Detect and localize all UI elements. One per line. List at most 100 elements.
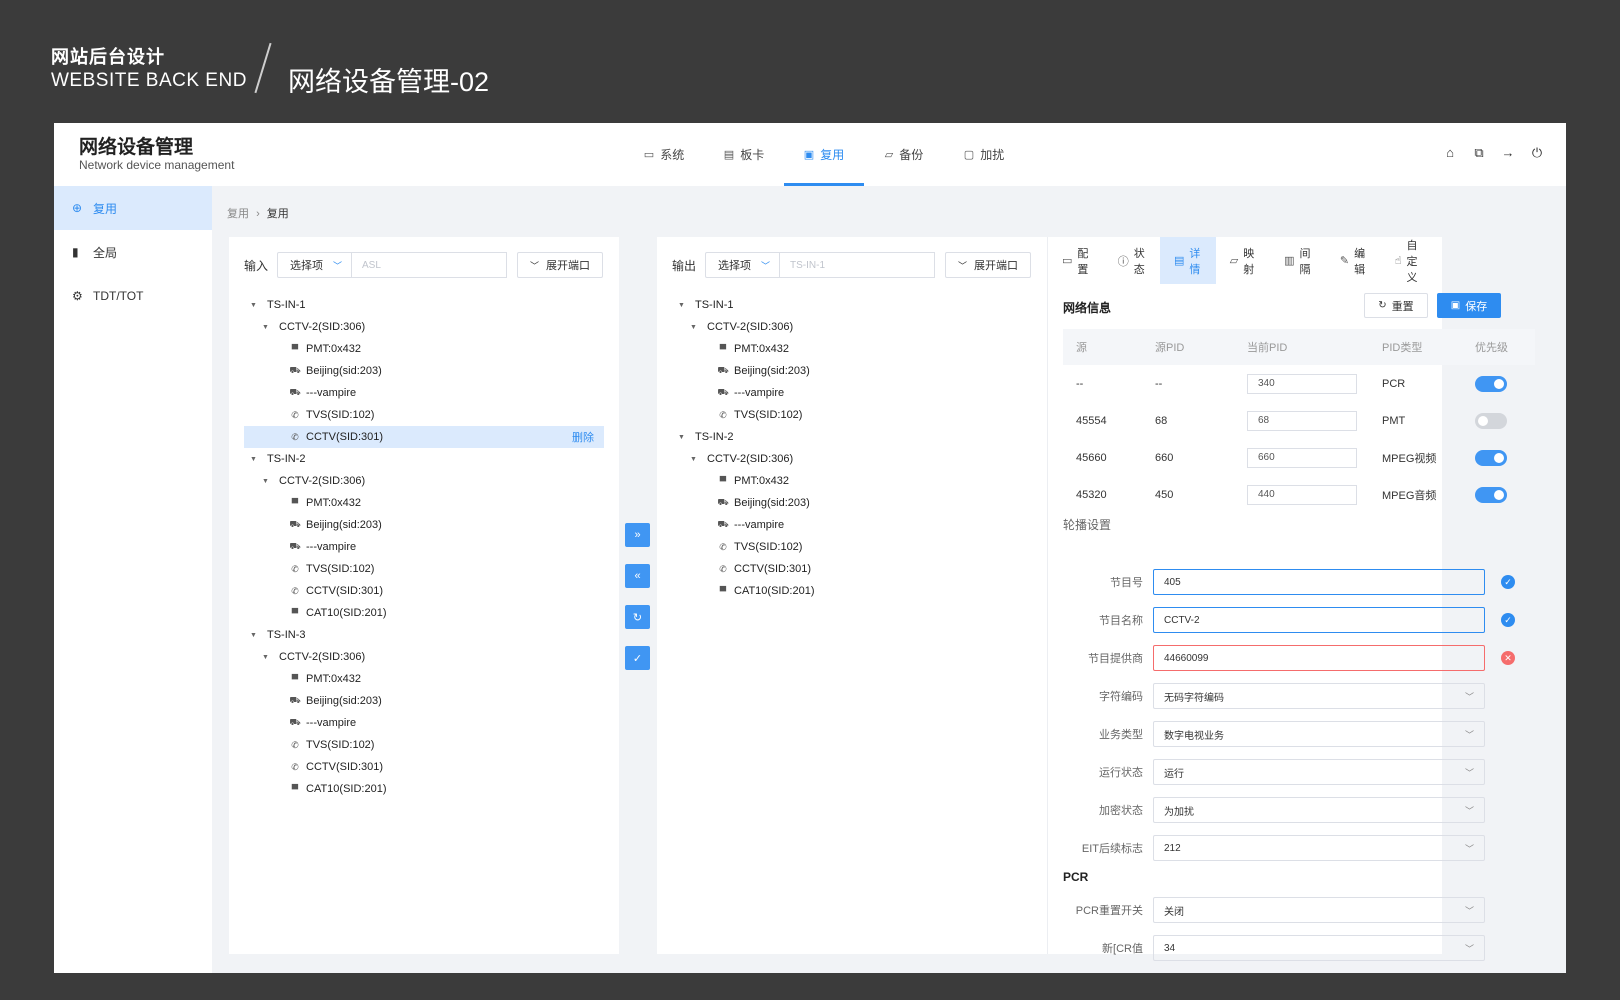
tree-node[interactable]: ▼ CCTV-2(SID:306) (672, 316, 1032, 338)
caret-down-icon[interactable]: ▼ (690, 456, 700, 463)
confirm-button[interactable]: ✓ (625, 646, 650, 670)
move-left-button[interactable]: « (625, 564, 650, 588)
caret-down-icon[interactable]: ▼ (250, 632, 260, 639)
priority-toggle[interactable] (1475, 486, 1507, 503)
priority-toggle[interactable] (1475, 449, 1507, 466)
tree-node[interactable]: ▀ CAT10(SID:201) (244, 602, 604, 624)
priority-toggle[interactable] (1475, 375, 1507, 392)
detail-tab-6[interactable]: ☝ 自定义 (1381, 237, 1442, 284)
detail-tab-4[interactable]: ▥ 间隔 (1270, 237, 1326, 284)
refresh-button[interactable]: ↻ (625, 605, 650, 629)
nav-item-2[interactable]: ▣ 复用 (784, 123, 864, 186)
tree-node[interactable]: ✆ TVS(SID:102) (244, 734, 604, 756)
tree-node[interactable]: ▼ CCTV-2(SID:306) (672, 448, 1032, 470)
input-select[interactable]: 选择项 ﹀ (277, 252, 353, 278)
tree-node[interactable]: ▀ PMT:0x432 (244, 338, 604, 360)
tree-node[interactable]: ▼ TS-IN-3 (244, 624, 604, 646)
caret-down-icon[interactable]: ▼ (678, 434, 688, 441)
tree-node[interactable]: ▀ PMT:0x432 (672, 338, 1032, 360)
tree-node[interactable]: ⛟ ---vampire (244, 536, 604, 558)
tree-node[interactable]: ⛟ Beijing(sid:203) (244, 690, 604, 712)
arrow-right-icon[interactable]: → (1501, 145, 1515, 161)
tree-node[interactable]: ▼ CCTV-2(SID:306) (244, 646, 604, 668)
field-select[interactable]: 运行 ﹀ (1153, 759, 1485, 785)
tree-node[interactable]: ⛟ ---vampire (672, 514, 1032, 536)
nav-item-1[interactable]: ▤ 板卡 (704, 123, 784, 186)
tree-node[interactable]: ▀ CAT10(SID:201) (672, 580, 1032, 602)
tree-node[interactable]: ▼ TS-IN-2 (672, 426, 1032, 448)
priority-toggle[interactable] (1475, 412, 1507, 429)
caret-down-icon[interactable]: ▼ (250, 302, 260, 309)
nav-item-4[interactable]: ▢ 加扰 (944, 123, 1024, 186)
tree-node[interactable]: ✆ TVS(SID:102) (244, 404, 604, 426)
tree-node[interactable]: ⛟ ---vampire (244, 712, 604, 734)
tree-node[interactable]: ▀ PMT:0x432 (244, 668, 604, 690)
field-input[interactable]: 44660099 (1153, 645, 1485, 671)
sidebar-item-2[interactable]: ⚙ TDT/TOT (54, 274, 212, 318)
move-right-button[interactable]: » (625, 523, 650, 547)
caret-down-icon[interactable]: ▼ (262, 324, 272, 331)
field-select[interactable]: 34 ﹀ (1153, 935, 1485, 961)
tree-node[interactable]: ⛟ ---vampire (244, 382, 604, 404)
field-input[interactable]: CCTV-2 (1153, 607, 1485, 633)
share-icon[interactable]: ⧉ (1472, 145, 1486, 161)
tree-node[interactable]: ⛟ Beijing(sid:203) (672, 360, 1032, 382)
caret-down-icon[interactable]: ▼ (690, 324, 700, 331)
tree-node[interactable]: ✆ TVS(SID:102) (672, 536, 1032, 558)
tree-node[interactable]: ▀ PMT:0x432 (672, 470, 1032, 492)
tree-node[interactable]: ✆ TVS(SID:102) (672, 404, 1032, 426)
field-select[interactable]: 关闭 ﹀ (1153, 897, 1485, 923)
panel-divider (1047, 237, 1048, 954)
tree-node[interactable]: ✆ CCTV(SID:301) 删除 (244, 426, 604, 448)
detail-tab-0[interactable]: ▭ 配置 (1048, 237, 1104, 284)
caret-down-icon[interactable]: ▼ (262, 654, 272, 661)
field-select[interactable]: 无码字符编码 ﹀ (1153, 683, 1485, 709)
nav-item-0[interactable]: ▭ 系统 (624, 123, 704, 186)
tree-node[interactable]: ▼ CCTV-2(SID:306) (244, 316, 604, 338)
home-icon[interactable]: ⌂ (1443, 145, 1457, 161)
tree-node[interactable]: ⛟ Beijing(sid:203) (244, 514, 604, 536)
tree-node[interactable]: ▼ TS-IN-1 (672, 294, 1032, 316)
tree-node[interactable]: ▼ TS-IN-1 (244, 294, 604, 316)
delete-link[interactable]: 删除 (572, 429, 594, 445)
detail-tab-5[interactable]: ✎ 编辑 (1326, 237, 1381, 284)
tree-node[interactable]: ✆ TVS(SID:102) (244, 558, 604, 580)
detail-tab-2[interactable]: ▤ 详情 (1160, 237, 1216, 284)
reset-button[interactable]: ↻ 重置 (1364, 293, 1428, 318)
current-pid-input[interactable]: 660 (1247, 447, 1357, 468)
output-expand-ports-button[interactable]: ﹀ 展开端口 (945, 252, 1032, 278)
caret-down-icon[interactable]: ▼ (262, 478, 272, 485)
tree-node[interactable]: ▼ CCTV-2(SID:306) (244, 470, 604, 492)
tree-node[interactable]: ▀ PMT:0x432 (244, 492, 604, 514)
tree-node[interactable]: ▀ CAT10(SID:201) (244, 778, 604, 800)
tree-node[interactable]: ⛟ Beijing(sid:203) (244, 360, 604, 382)
tree-node[interactable]: ⛟ Beijing(sid:203) (672, 492, 1032, 514)
input-search-field[interactable]: ASL (352, 252, 508, 278)
output-select[interactable]: 选择项 ﹀ (705, 252, 781, 278)
power-icon[interactable]: ⏻ (1530, 145, 1544, 161)
detail-tab-label: 自定义 (1406, 239, 1418, 284)
save-button[interactable]: ▣ 保存 (1437, 293, 1501, 318)
field-select[interactable]: 212 ﹀ (1153, 835, 1485, 861)
nav-item-3[interactable]: ▱ 备份 (864, 123, 944, 186)
caret-down-icon[interactable]: ▼ (250, 456, 260, 463)
output-search-field[interactable]: TS-IN-1 (780, 252, 936, 278)
tree-node[interactable]: ✆ CCTV(SID:301) (244, 580, 604, 602)
detail-tab-1[interactable]: ⓘ 状态 (1104, 237, 1160, 284)
caret-down-icon[interactable]: ▼ (678, 302, 688, 309)
field-select[interactable]: 数字电视业务 ﹀ (1153, 721, 1485, 747)
tree-node[interactable]: ⛟ ---vampire (672, 382, 1032, 404)
detail-tab-3[interactable]: ▱ 映射 (1216, 237, 1270, 284)
tree-node[interactable]: ✆ CCTV(SID:301) (244, 756, 604, 778)
tree-node[interactable]: ▼ TS-IN-2 (244, 448, 604, 470)
sidebar-item-1[interactable]: ▮ 全局 (54, 230, 212, 274)
tree-node[interactable]: ✆ CCTV(SID:301) (672, 558, 1032, 580)
current-pid-input[interactable]: 68 (1247, 410, 1357, 431)
breadcrumb-parent[interactable]: 复用 (227, 208, 249, 220)
field-input[interactable]: 405 (1153, 569, 1485, 595)
field-select[interactable]: 为加扰 ﹀ (1153, 797, 1485, 823)
sidebar-item-0[interactable]: ⊕ 复用 (54, 186, 212, 230)
input-expand-ports-button[interactable]: ﹀ 展开端口 (517, 252, 604, 278)
current-pid-input[interactable]: 340 (1247, 373, 1357, 394)
current-pid-input[interactable]: 440 (1247, 484, 1357, 505)
